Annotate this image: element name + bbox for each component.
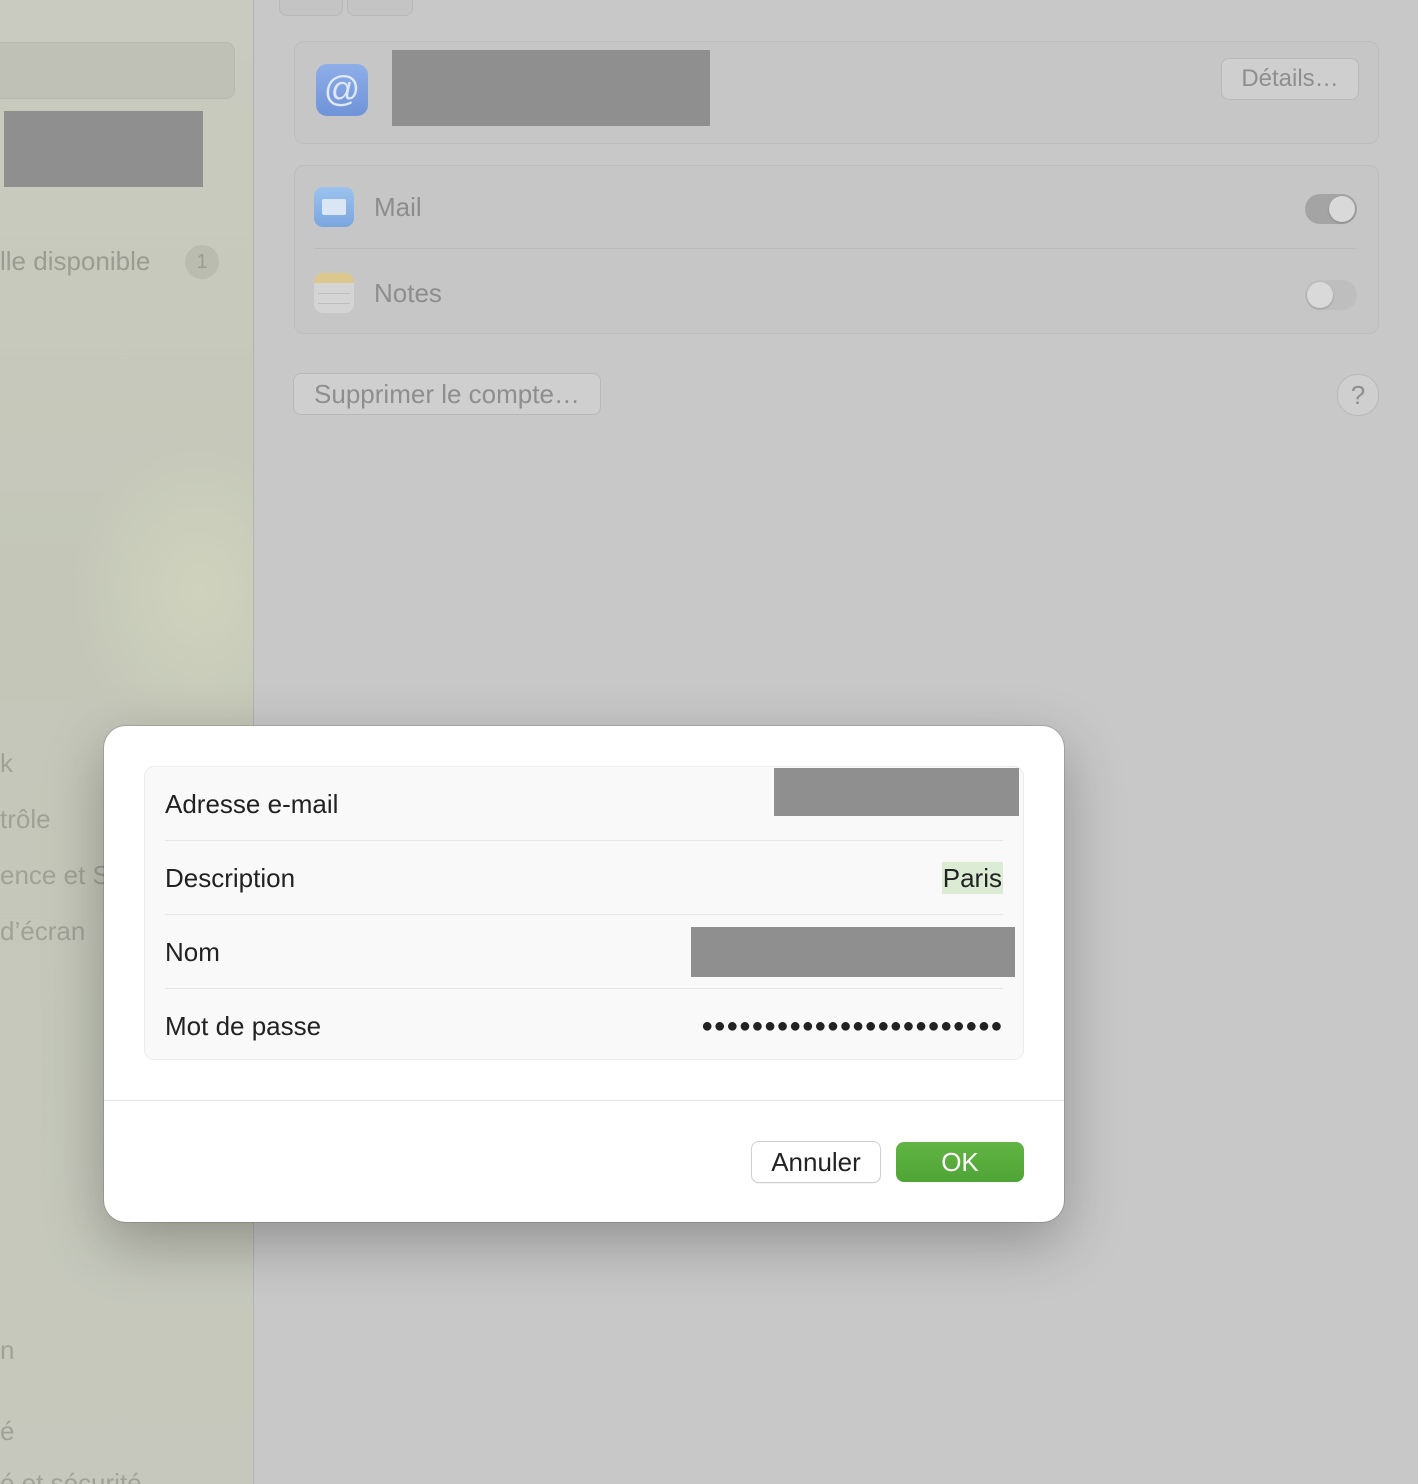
password-field[interactable]: ●●●●●●●●●●●●●●●●●●●●●●●● — [701, 989, 1003, 1063]
at-icon: @ — [316, 64, 368, 116]
update-count-badge: 1 — [185, 245, 219, 279]
details-button[interactable]: Détails… — [1221, 58, 1359, 100]
sidebar-search-field[interactable] — [0, 42, 235, 99]
delete-account-button[interactable]: Supprimer le compte… — [293, 373, 601, 415]
forward-button[interactable] — [347, 0, 413, 16]
notes-toggle[interactable] — [1305, 280, 1357, 310]
redacted-name-value[interactable] — [691, 927, 1015, 977]
password-label: Mot de passe — [165, 1011, 322, 1041]
redacted-account-profile — [4, 111, 203, 187]
description-label: Description — [165, 863, 296, 893]
description-row: Description Paris — [165, 841, 1003, 915]
account-form: Adresse e-mail Description Paris Nom Mot… — [144, 766, 1024, 1060]
sidebar-item[interactable]: é et sécurité — [0, 1468, 142, 1484]
apps-card — [294, 165, 1379, 334]
redacted-account-name — [392, 50, 710, 126]
sidebar-item[interactable]: k — [0, 748, 13, 779]
name-label: Nom — [165, 937, 220, 967]
redacted-email-value[interactable] — [774, 768, 1019, 816]
help-button[interactable]: ? — [1337, 374, 1379, 416]
mail-toggle[interactable] — [1305, 194, 1357, 224]
password-row: Mot de passe ●●●●●●●●●●●●●●●●●●●●●●●● — [165, 989, 1003, 1063]
sidebar-item[interactable]: trôle — [0, 804, 51, 835]
ok-button[interactable]: OK — [896, 1142, 1024, 1182]
mail-label: Mail — [374, 192, 422, 222]
notes-label: Notes — [374, 278, 442, 308]
notes-app-icon — [314, 273, 354, 313]
sidebar-glow — [70, 430, 253, 750]
back-button[interactable] — [279, 0, 343, 16]
email-label: Adresse e-mail — [165, 789, 339, 819]
sidebar-item[interactable]: d’écran — [0, 916, 85, 947]
sidebar-item[interactable]: n — [0, 1335, 14, 1366]
sidebar-item[interactable]: é — [0, 1416, 14, 1447]
sidebar-item[interactable]: ence et Si — [0, 860, 116, 891]
description-field[interactable]: Paris — [941, 862, 1003, 894]
cancel-button[interactable]: Annuler — [751, 1141, 881, 1183]
email-row: Adresse e-mail — [165, 767, 1019, 841]
sheet-divider — [104, 1100, 1064, 1101]
mail-app-icon — [314, 187, 354, 227]
name-row: Nom — [165, 915, 1015, 989]
apps-row-divider — [314, 248, 1357, 249]
sidebar-update-label[interactable]: lle disponible — [0, 246, 150, 277]
account-edit-sheet: Adresse e-mail Description Paris Nom Mot… — [104, 726, 1064, 1222]
